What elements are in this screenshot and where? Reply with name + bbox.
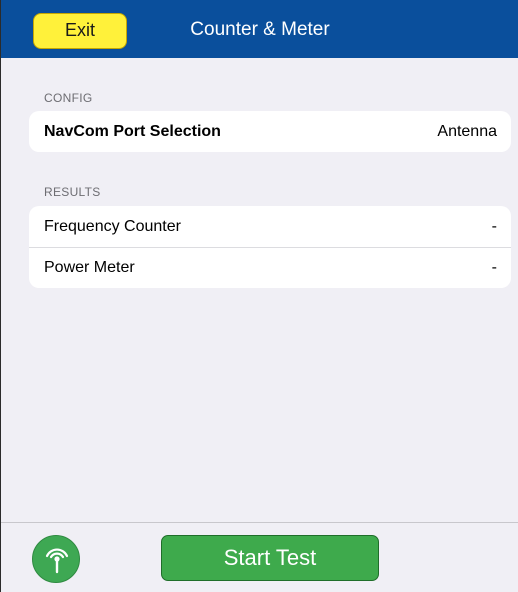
config-card: NavCom Port Selection Antenna xyxy=(29,111,511,152)
frequency-counter-row: Frequency Counter - xyxy=(29,206,511,247)
navcom-port-selection-row[interactable]: NavCom Port Selection Antenna xyxy=(29,111,511,152)
antenna-icon xyxy=(45,548,69,574)
config-section-label: CONFIG xyxy=(44,91,93,105)
power-meter-label: Power Meter xyxy=(44,259,135,276)
frequency-counter-value: - xyxy=(491,217,497,235)
navcom-port-selection-value: Antenna xyxy=(437,122,497,140)
power-meter-row: Power Meter - xyxy=(29,247,511,288)
frequency-counter-label: Frequency Counter xyxy=(44,217,181,235)
page-title: Counter & Meter xyxy=(190,19,330,40)
exit-button[interactable]: Exit xyxy=(33,13,127,49)
results-card: Frequency Counter - Power Meter - xyxy=(29,206,511,288)
nav-bar: Exit Counter & Meter xyxy=(1,0,518,58)
navcom-port-selection-label: NavCom Port Selection xyxy=(44,122,221,140)
start-test-button[interactable]: Start Test xyxy=(161,535,379,581)
antenna-button[interactable] xyxy=(32,535,80,583)
power-meter-value: - xyxy=(491,259,497,276)
results-section-label: RESULTS xyxy=(44,185,101,199)
app-window: Exit Counter & Meter CONFIG NavCom Port … xyxy=(0,0,518,592)
